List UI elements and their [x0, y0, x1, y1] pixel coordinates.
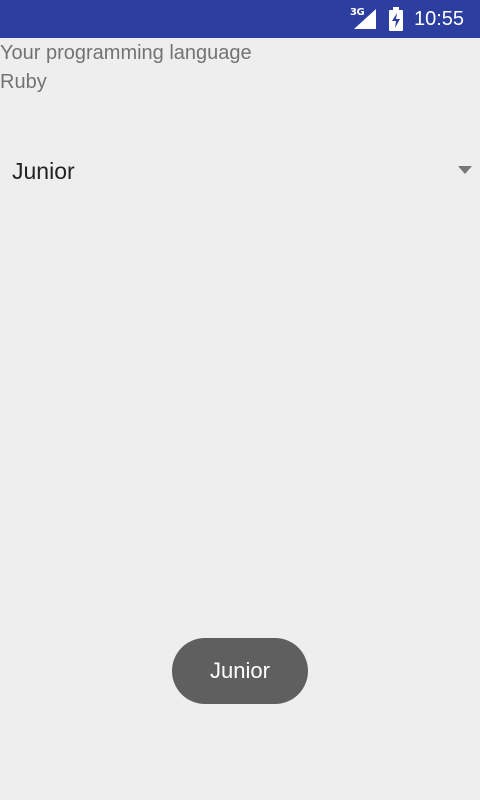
network-indicator: 3G [350, 7, 378, 30]
language-value: Ruby [0, 71, 47, 93]
toast-text: Junior [210, 658, 270, 683]
status-time: 10:55 [414, 8, 465, 30]
dropdown-arrow-icon[interactable] [458, 166, 472, 174]
toast-message: Junior [172, 638, 308, 704]
spinner-selected-value[interactable]: Junior [12, 158, 75, 185]
battery-charging-icon [389, 7, 403, 31]
status-bar: 3G 10:55 [0, 0, 480, 38]
signal-icon [354, 9, 376, 29]
language-label: Your programming language [0, 42, 252, 64]
